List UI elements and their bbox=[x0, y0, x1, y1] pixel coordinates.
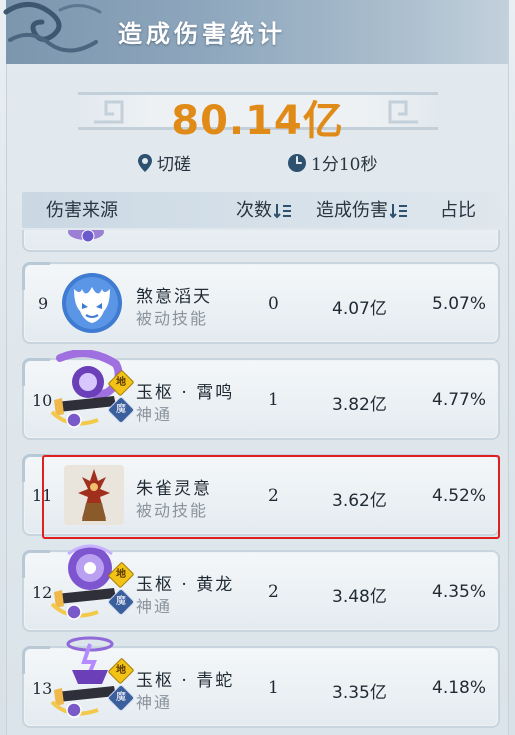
rank-number: 9 bbox=[38, 294, 49, 313]
sort-icon bbox=[274, 204, 291, 219]
location-label: 切磋 bbox=[157, 155, 191, 175]
damage-ratio: 4.35% bbox=[432, 582, 487, 602]
hit-count: 0 bbox=[268, 294, 279, 314]
location-pin-icon bbox=[138, 153, 152, 172]
damage-ratio: 4.77% bbox=[432, 390, 487, 410]
skill-name: 煞意滔天 bbox=[136, 287, 212, 307]
cloud-swirl-icon bbox=[3, 2, 102, 53]
hit-count: 1 bbox=[268, 390, 279, 410]
damage-ratio: 4.18% bbox=[432, 678, 487, 698]
sort-icon bbox=[390, 204, 407, 219]
highlight-box bbox=[42, 455, 500, 539]
column-damage[interactable]: 造成伤害 bbox=[316, 196, 408, 222]
damage-value: 4.07亿 bbox=[332, 299, 387, 319]
skill-name: 玉枢 · 霄鸣 bbox=[136, 383, 235, 403]
clock-icon bbox=[288, 153, 306, 172]
skill-type: 神通 bbox=[136, 693, 173, 712]
skill-type: 神通 bbox=[136, 405, 173, 424]
page-title: 造成伤害统计 bbox=[118, 19, 286, 48]
skill-name: 玉枢 · 黄龙 bbox=[136, 575, 235, 595]
column-damage-label: 造成伤害 bbox=[316, 200, 388, 221]
location-info: 切磋 bbox=[137, 150, 191, 175]
column-count[interactable]: 次数 bbox=[236, 196, 292, 222]
demon-mask-icon bbox=[62, 273, 122, 333]
column-count-label: 次数 bbox=[236, 200, 272, 221]
damage-value: 3.82亿 bbox=[332, 395, 387, 415]
column-source: 伤害来源 bbox=[46, 200, 118, 221]
duration-info: 1分10秒 bbox=[287, 150, 377, 175]
damage-ratio: 5.07% bbox=[432, 294, 487, 314]
damage-value: 3.35亿 bbox=[332, 683, 387, 703]
damage-value: 3.48亿 bbox=[332, 587, 387, 607]
duration-label: 1分10秒 bbox=[311, 155, 378, 175]
skill-type: 神通 bbox=[136, 597, 173, 616]
hit-count: 1 bbox=[268, 678, 279, 698]
total-damage-value: 80.14亿 bbox=[171, 98, 344, 144]
skill-icon-partial bbox=[68, 230, 104, 243]
column-ratio: 占比 bbox=[440, 200, 476, 221]
skill-name: 玉枢 · 青蛇 bbox=[136, 671, 235, 691]
hit-count: 2 bbox=[268, 582, 279, 602]
skill-type: 被动技能 bbox=[136, 309, 209, 328]
